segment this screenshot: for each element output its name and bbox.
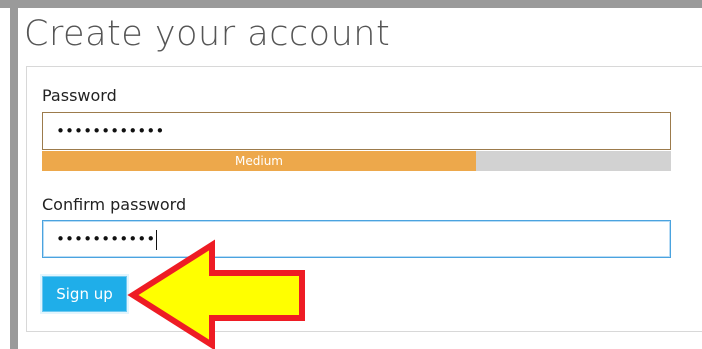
sign-up-button[interactable]: Sign up (42, 276, 127, 312)
confirm-password-label: Confirm password (42, 195, 187, 214)
window-frame-left (10, 0, 18, 349)
window-frame-top (0, 0, 702, 8)
page-title: Create your account (24, 14, 391, 54)
text-caret (156, 229, 158, 250)
password-label: Password (42, 86, 117, 105)
confirm-password-value: ••••••••••• (56, 230, 156, 248)
password-strength-meter: Medium (42, 151, 671, 171)
password-value: •••••••••••• (56, 122, 165, 140)
password-input[interactable]: •••••••••••• (42, 112, 671, 150)
confirm-password-input[interactable]: ••••••••••• (42, 220, 671, 258)
password-strength-label: Medium (235, 154, 283, 168)
